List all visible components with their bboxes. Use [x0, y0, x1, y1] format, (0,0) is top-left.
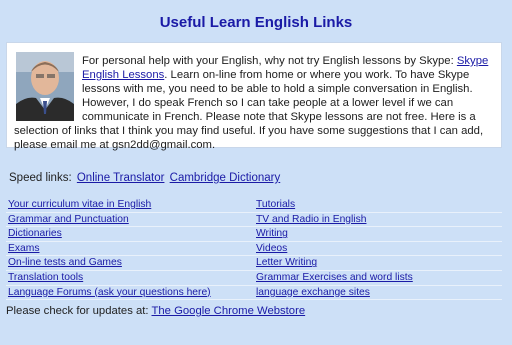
intro-box: For personal help with your English, why… — [6, 42, 502, 151]
table-row: Your curriculum vitae in English Tutoria… — [6, 198, 502, 213]
link-letter-writing[interactable]: Letter Writing — [254, 256, 502, 270]
table-row: Language Forums (ask your questions here… — [6, 286, 502, 301]
link-curriculum-vitae[interactable]: Your curriculum vitae in English — [6, 198, 254, 212]
speed-links: Speed links: Online Translator Cambridge… — [9, 172, 280, 184]
link-language-forums[interactable]: Language Forums (ask your questions here… — [6, 286, 254, 300]
table-row: Grammar and Punctuation TV and Radio in … — [6, 213, 502, 228]
link-grammar-exercises[interactable]: Grammar Exercises and word lists — [254, 271, 502, 285]
table-row: Exams Videos — [6, 242, 502, 257]
updates-label: Please check for updates at: — [6, 305, 152, 317]
link-language-exchange[interactable]: language exchange sites — [254, 286, 502, 300]
updates-line: Please check for updates at: The Google … — [6, 305, 305, 317]
link-tutorials[interactable]: Tutorials — [254, 198, 502, 212]
page-title: Useful Learn English Links — [159, 14, 353, 31]
table-row: Translation tools Grammar Exercises and … — [6, 271, 502, 286]
online-translator-link[interactable]: Online Translator — [77, 172, 165, 184]
speed-links-label: Speed links: — [9, 172, 72, 184]
links-table: Your curriculum vitae in English Tutoria… — [6, 198, 502, 301]
intro-text-before: For personal help with your English, why… — [82, 55, 457, 67]
link-exams[interactable]: Exams — [6, 242, 254, 256]
table-row: On-line tests and Games Letter Writing — [6, 256, 502, 271]
link-dictionaries[interactable]: Dictionaries — [6, 227, 254, 241]
chrome-webstore-link[interactable]: The Google Chrome Webstore — [152, 305, 306, 317]
intro-paragraph: For personal help with your English, why… — [14, 54, 498, 152]
link-tv-radio[interactable]: TV and Radio in English — [254, 213, 502, 227]
link-writing[interactable]: Writing — [254, 227, 502, 241]
link-grammar-punctuation[interactable]: Grammar and Punctuation — [6, 213, 254, 227]
table-row: Dictionaries Writing — [6, 227, 502, 242]
intro-text-after: . Learn on-line from home or where you w… — [14, 69, 484, 151]
link-videos[interactable]: Videos — [254, 242, 502, 256]
link-online-tests-games[interactable]: On-line tests and Games — [6, 256, 254, 270]
cambridge-dictionary-link[interactable]: Cambridge Dictionary — [170, 172, 281, 184]
link-translation-tools[interactable]: Translation tools — [6, 271, 254, 285]
